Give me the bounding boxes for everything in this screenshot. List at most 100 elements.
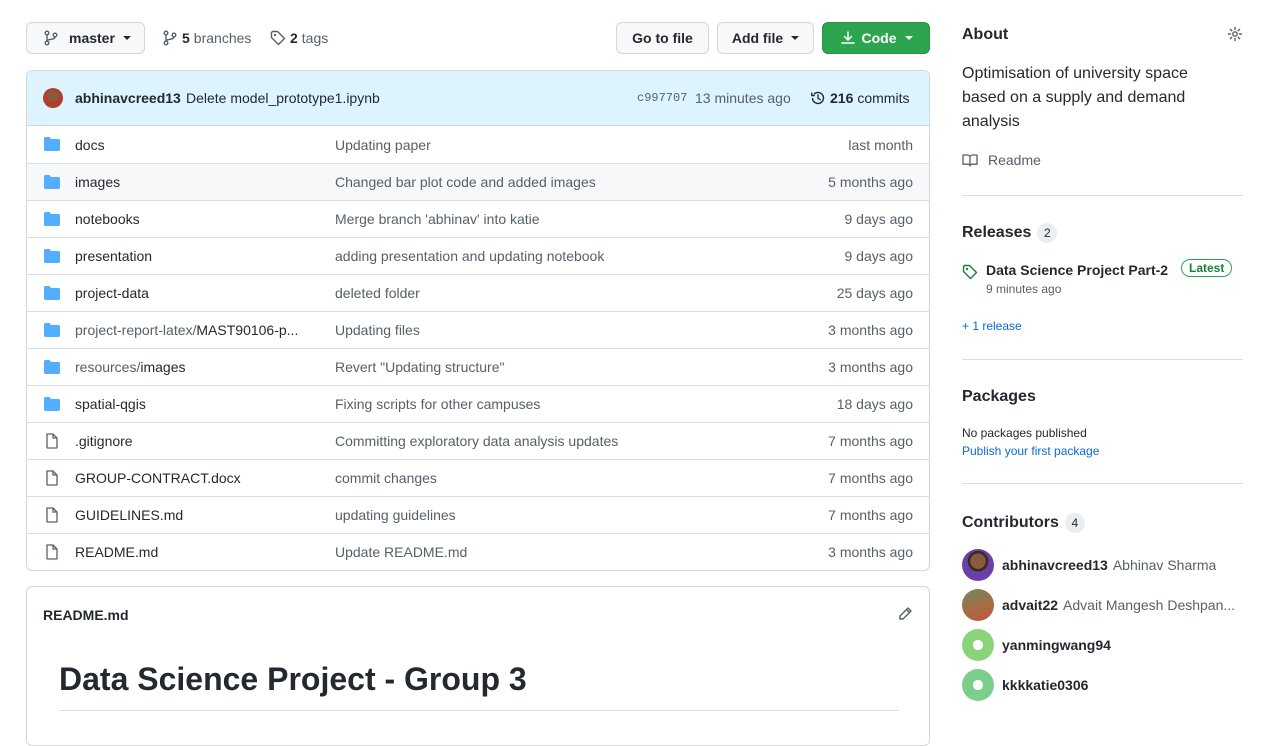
contributor-name: Abhinav Sharma <box>1112 557 1217 573</box>
file-name-text: MAST90106-p... <box>196 322 299 338</box>
pencil-icon[interactable] <box>897 606 913 622</box>
tags-link[interactable]: 2 tags <box>270 22 328 54</box>
release-name[interactable]: Data Science Project Part-2 <box>986 262 1168 278</box>
file-commit-message[interactable]: updating guidelines <box>335 507 456 523</box>
folder-icon <box>44 212 60 226</box>
avatar[interactable] <box>962 589 994 621</box>
file-row[interactable]: .gitignore Committing exploratory data an… <box>27 422 929 459</box>
more-releases-link[interactable]: + 1 release <box>962 319 1022 333</box>
file-row[interactable]: project-report-latex/MAST90106-p... Updat… <box>27 311 929 348</box>
branches-count: 5 <box>182 30 190 46</box>
contributor-login[interactable]: kkkkatie0306 <box>1002 677 1088 693</box>
file-commit-message[interactable]: commit changes <box>335 470 437 486</box>
tag-icon <box>962 264 978 280</box>
commits-link[interactable]: 216 commits <box>810 90 909 106</box>
file-name-text: images <box>75 174 121 190</box>
file-name-text: presentation <box>75 248 153 264</box>
file-row[interactable]: GUIDELINES.md updating guidelines 7 months… <box>27 496 929 533</box>
commit-sha[interactable]: c997707 <box>637 91 687 105</box>
file-row[interactable]: project-data deleted folder 25 days ago <box>27 274 929 311</box>
file-name[interactable]: GROUP-CONTRACT.docx <box>75 470 320 486</box>
file-name[interactable]: presentation <box>75 248 320 264</box>
file-row[interactable]: spatial-qgis Fixing scripts for other cam… <box>27 385 929 422</box>
file-commit-message[interactable]: Changed bar plot code and added images <box>335 174 596 190</box>
add-file-button[interactable]: Add file <box>717 22 814 54</box>
file-icon <box>46 433 58 449</box>
file-row[interactable]: resources/images Revert "Updating structu… <box>27 348 929 385</box>
branch-select-button[interactable]: master <box>26 22 145 54</box>
file-commit-message[interactable]: Merge branch 'abhinav' into katie <box>335 211 540 227</box>
file-row[interactable]: notebooks Merge branch 'abhinav' into kat… <box>27 200 929 237</box>
file-name[interactable]: spatial-qgis <box>75 396 320 412</box>
file-commit-message[interactable]: Fixing scripts for other campuses <box>335 396 540 412</box>
file-name-text: images <box>140 359 186 375</box>
code-button[interactable]: Code <box>822 22 930 54</box>
file-commit-message[interactable]: Updating paper <box>335 137 431 153</box>
file-row[interactable]: docs Updating paper last month <box>27 126 929 163</box>
file-name[interactable]: docs <box>75 137 320 153</box>
file-name[interactable]: notebooks <box>75 211 320 227</box>
book-icon <box>962 154 978 167</box>
readme-link-label: Readme <box>988 152 1041 168</box>
readme-box: README.md Data Science Project - Group 3 <box>26 586 930 746</box>
releases-title[interactable]: Releases 2 <box>962 223 1058 243</box>
file-commit-message[interactable]: Committing exploratory data analysis upd… <box>335 433 618 449</box>
contributor-login[interactable]: advait22 <box>1002 597 1058 613</box>
publish-package-link[interactable]: Publish your first package <box>962 444 1099 458</box>
avatar[interactable] <box>962 669 994 701</box>
go-to-file-button[interactable]: Go to file <box>616 22 709 54</box>
about-title: About <box>962 26 1009 43</box>
git-branch-icon <box>163 30 177 46</box>
file-name-text: project-data <box>75 285 149 301</box>
file-row[interactable]: presentation adding presentation and upda… <box>27 237 929 274</box>
commit-message[interactable]: Delete model_prototype1.ipynb <box>186 90 380 106</box>
no-packages-text: No packages published <box>962 426 1087 440</box>
contributor-item[interactable]: kkkkatie0306 <box>962 669 1093 701</box>
file-commit-age: last month <box>848 136 913 153</box>
file-row[interactable]: GROUP-CONTRACT.docx commit changes 7 month… <box>27 459 929 496</box>
avatar[interactable] <box>43 88 63 108</box>
code-label: Code <box>861 30 897 46</box>
contributor-item[interactable]: abhinavcreed13 Abhinav Sharma <box>962 549 1216 581</box>
avatar[interactable] <box>962 549 994 581</box>
chevron-down-icon <box>904 36 913 40</box>
readme-filename[interactable]: README.md <box>43 607 129 623</box>
file-icon <box>46 544 58 560</box>
file-name[interactable]: resources/images <box>75 359 320 375</box>
file-name[interactable]: project-data <box>75 285 320 301</box>
readme-link[interactable]: Readme <box>962 152 1041 168</box>
repo-toolbar: master 5 branches 2 tags Go to file Add … <box>26 22 930 54</box>
file-row[interactable]: README.md Update README.md 3 months ago <box>27 533 929 570</box>
file-commit-message[interactable]: Revert "Updating structure" <box>335 359 504 375</box>
file-commit-age: 7 months ago <box>828 470 913 486</box>
contributor-item[interactable]: advait22 Advait Mangesh Deshpan... <box>962 589 1235 621</box>
file-name[interactable]: .gitignore <box>75 433 320 449</box>
add-file-label: Add file <box>731 30 784 46</box>
contributors-title[interactable]: Contributors 4 <box>962 513 1085 533</box>
file-name-text: README.md <box>75 544 159 560</box>
file-row[interactable]: images Changed bar plot code and added im… <box>27 163 929 200</box>
contributors-count: 4 <box>1064 513 1085 533</box>
file-commit-age: 3 months ago <box>828 322 913 338</box>
file-icon <box>46 470 58 486</box>
contributor-item[interactable]: yanmingwang94 <box>962 629 1116 661</box>
commits-label: commits <box>857 90 910 106</box>
file-commit-message[interactable]: deleted folder <box>335 285 420 301</box>
folder-icon <box>44 286 60 300</box>
commit-author[interactable]: abhinavcreed13 <box>75 90 181 106</box>
branches-link[interactable]: 5 branches <box>162 22 251 54</box>
packages-title[interactable]: Packages <box>962 388 1036 406</box>
file-name[interactable]: GUIDELINES.md <box>75 507 320 523</box>
file-name[interactable]: images <box>75 174 320 190</box>
file-commit-message[interactable]: Updating files <box>335 322 420 338</box>
file-name[interactable]: README.md <box>75 544 320 560</box>
tags-label: tags <box>301 30 329 46</box>
file-commit-message[interactable]: Update README.md <box>335 544 467 560</box>
gear-icon[interactable] <box>1227 26 1243 42</box>
file-commit-message[interactable]: adding presentation and updating noteboo… <box>335 248 604 264</box>
contributor-login[interactable]: yanmingwang94 <box>1002 637 1111 653</box>
file-name-text: notebooks <box>75 211 140 227</box>
contributor-login[interactable]: abhinavcreed13 <box>1002 557 1108 573</box>
avatar[interactable] <box>962 629 994 661</box>
file-name[interactable]: project-report-latex/MAST90106-p... <box>75 322 320 338</box>
